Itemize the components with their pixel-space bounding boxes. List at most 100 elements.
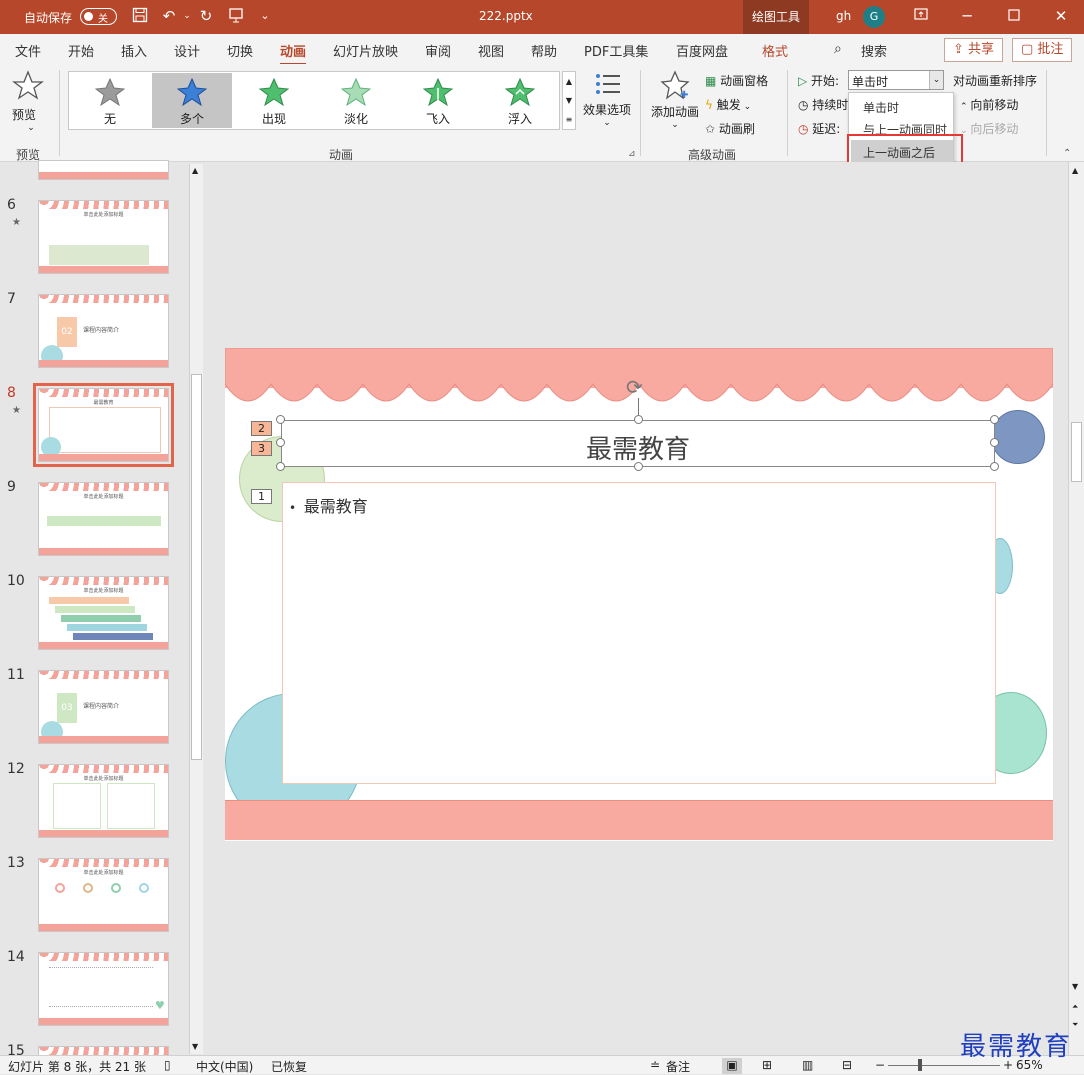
tab-format[interactable]: 格式 xyxy=(762,41,788,60)
gallery-more-icon[interactable]: ≡ xyxy=(563,110,575,129)
ribbon-display-icon[interactable] xyxy=(912,7,930,25)
content-placeholder[interactable]: • 最需教育 xyxy=(282,482,996,784)
animation-order-tag[interactable]: 1 xyxy=(251,489,272,504)
slide-thumbnail[interactable]: ♥ xyxy=(38,952,169,1026)
notes-button[interactable]: 备注 xyxy=(666,1058,690,1075)
effect-options-button[interactable]: 效果选项 ⌄ xyxy=(580,70,634,140)
animation-order-tag[interactable]: 2 xyxy=(251,421,272,436)
zoom-slider-thumb[interactable] xyxy=(918,1059,922,1071)
normal-view-icon[interactable]: ▣ xyxy=(722,1058,742,1074)
anim-fade[interactable]: 淡化 xyxy=(316,73,396,128)
autosave-toggle[interactable]: 关 xyxy=(80,8,117,25)
slide-thumbnail[interactable]: 02 课程内容简介 xyxy=(38,294,169,368)
tab-baidu-netdisk[interactable]: 百度网盘 xyxy=(676,41,728,60)
move-earlier-button[interactable]: ⌃ 向前移动 xyxy=(960,96,1018,113)
comment-button[interactable]: ▢ 批注 xyxy=(1012,38,1073,62)
tab-file[interactable]: 文件 xyxy=(15,41,41,60)
prev-slide-icon[interactable]: ⏶ xyxy=(1072,1002,1078,1012)
rotate-handle-icon[interactable]: ⟳ xyxy=(626,375,643,399)
preview-button[interactable]: 预览 ⌄ xyxy=(12,70,50,136)
undo-dropdown-icon[interactable]: ⌄ xyxy=(178,7,196,25)
resize-handle[interactable] xyxy=(990,462,999,471)
slide-thumbnail[interactable]: 单击此处添加标题 xyxy=(38,482,169,556)
zoom-out-icon[interactable]: − xyxy=(875,1058,885,1072)
anim-float-in[interactable]: 浮入 xyxy=(480,73,560,128)
scroll-up-icon[interactable]: ▲ xyxy=(1072,166,1078,175)
canvas-scrollbar[interactable]: ▲ ▼ ⏶ ⏷ xyxy=(1068,162,1084,1055)
tab-transitions[interactable]: 切换 xyxy=(227,41,253,60)
animation-pane-button[interactable]: ▦ 动画窗格 xyxy=(705,72,768,89)
language[interactable]: 中文(中国) xyxy=(196,1058,253,1075)
slideshow-icon[interactable]: ⊟ xyxy=(842,1058,852,1072)
resize-handle[interactable] xyxy=(990,415,999,424)
start-select[interactable]: 单击时 ⌄ xyxy=(848,70,944,90)
slide-thumbnail[interactable]: 03 课程内容简介 xyxy=(38,670,169,744)
save-icon[interactable] xyxy=(131,7,149,25)
customize-toolbar-icon[interactable]: ⌄ xyxy=(256,7,274,25)
next-slide-icon[interactable]: ⏷ xyxy=(1072,1020,1078,1030)
maximize-icon[interactable] xyxy=(1005,7,1023,25)
anim-multiple[interactable]: 多个 xyxy=(152,73,232,128)
tab-home[interactable]: 开始 xyxy=(68,41,94,60)
share-button[interactable]: ⇪ 共享 xyxy=(944,38,1004,62)
anim-none[interactable]: 无 xyxy=(70,73,150,128)
zoom-slider[interactable] xyxy=(888,1065,1000,1066)
tab-pdf-tools[interactable]: PDF工具集 xyxy=(584,41,648,60)
tab-animations[interactable]: 动画 xyxy=(280,41,307,66)
drawing-tools-tab[interactable]: 绘图工具 xyxy=(743,0,809,34)
title-placeholder[interactable]: 最需教育 xyxy=(281,420,995,467)
redo-icon[interactable]: ↻ xyxy=(197,7,215,25)
slide-thumbnail-active[interactable]: 最需教育 xyxy=(33,383,174,467)
resize-handle[interactable] xyxy=(276,438,285,447)
scrollbar-thumb[interactable] xyxy=(1071,422,1082,482)
anim-fly-in[interactable]: 飞入 xyxy=(398,73,478,128)
animation-painter-button[interactable]: ✩ 动画刷 xyxy=(705,120,755,137)
close-icon[interactable]: ✕ xyxy=(1052,7,1070,25)
bullet-text: 最需教育 xyxy=(303,497,368,516)
resize-handle[interactable] xyxy=(276,415,285,424)
add-animation-button[interactable]: ✚ 添加动画 ⌄ xyxy=(648,70,702,142)
present-icon[interactable] xyxy=(227,7,245,25)
slide-thumbnail[interactable]: 单击此处添加标题 xyxy=(38,858,169,932)
gallery-up-icon[interactable]: ▲ xyxy=(563,72,575,91)
resize-handle[interactable] xyxy=(634,462,643,471)
search-label[interactable]: 搜索 xyxy=(861,41,887,60)
move-later-button[interactable]: ⌄ 向后移动 xyxy=(960,120,1018,137)
minimize-icon[interactable]: ─ xyxy=(958,7,976,25)
animation-order-tag[interactable]: 3 xyxy=(251,441,272,456)
scroll-down-icon[interactable]: ▼ xyxy=(192,1042,198,1051)
bullet-text-row: • 最需教育 xyxy=(289,493,368,517)
search-icon[interactable]: ⌕ xyxy=(834,41,842,57)
tab-design[interactable]: 设计 xyxy=(174,41,200,60)
scrollbar-thumb[interactable] xyxy=(191,374,202,760)
reading-view-icon[interactable]: ▥ xyxy=(802,1058,813,1072)
gallery-scroll[interactable]: ▲ ▼ ≡ xyxy=(562,71,576,130)
resize-handle[interactable] xyxy=(990,438,999,447)
avatar[interactable]: G xyxy=(863,6,885,28)
slide-thumbnail-partial[interactable] xyxy=(38,160,169,180)
resize-handle[interactable] xyxy=(276,462,285,471)
undo-icon[interactable]: ↶ xyxy=(160,7,178,25)
scroll-down-icon[interactable]: ▼ xyxy=(1072,982,1078,991)
tab-slideshow[interactable]: 幻灯片放映 xyxy=(333,41,398,60)
tab-help[interactable]: 帮助 xyxy=(531,41,557,60)
dialog-launcher-icon[interactable]: ⊿ xyxy=(628,149,636,159)
chevron-down-icon[interactable]: ⌄ xyxy=(929,71,943,89)
option-on-click[interactable]: 单击时 xyxy=(863,99,899,116)
collapse-ribbon-icon[interactable]: ⌃ xyxy=(1063,148,1071,159)
slide-sorter-icon[interactable]: ⊞ xyxy=(762,1058,772,1072)
scroll-up-icon[interactable]: ▲ xyxy=(192,166,198,175)
tab-insert[interactable]: 插入 xyxy=(121,41,147,60)
tab-review[interactable]: 审阅 xyxy=(425,41,451,60)
notes-icon[interactable]: ≐ xyxy=(650,1058,660,1072)
slide-thumbnail[interactable]: 单击此处添加标题 xyxy=(38,576,169,650)
trigger-button[interactable]: ϟ 触发 ⌄ xyxy=(705,96,751,113)
gallery-down-icon[interactable]: ▼ xyxy=(563,91,575,110)
spellcheck-icon[interactable]: ▯ xyxy=(164,1058,171,1072)
slide-thumbnail[interactable]: 单击此处添加标题 xyxy=(38,764,169,838)
resize-handle[interactable] xyxy=(634,415,643,424)
thumbnail-scrollbar[interactable]: ▲ ▼ xyxy=(189,164,203,1054)
slide-thumbnail[interactable]: 单击此处添加标题 xyxy=(38,200,169,274)
anim-appear[interactable]: 出现 xyxy=(234,73,314,128)
tab-view[interactable]: 视图 xyxy=(478,41,504,60)
